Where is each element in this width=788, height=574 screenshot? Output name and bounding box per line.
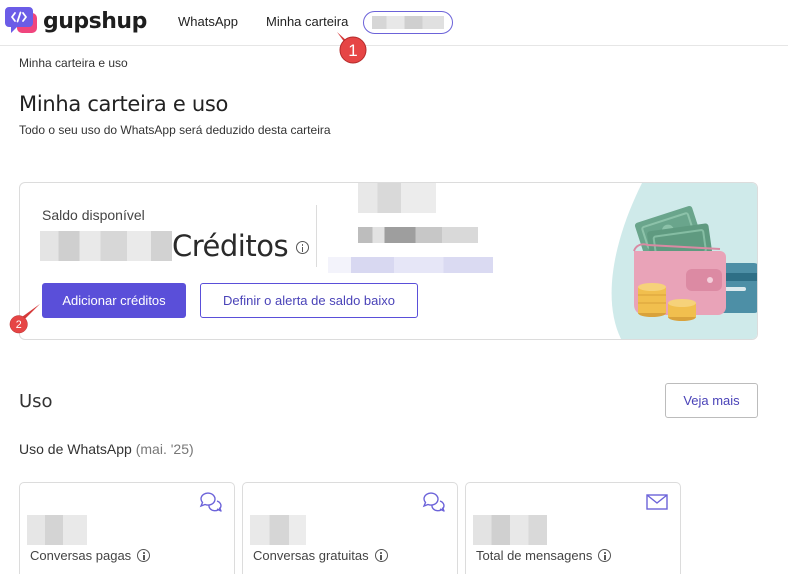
gupshup-logo-icon [5, 7, 37, 33]
redacted-detail-1 [358, 183, 436, 213]
total-messages-card: Total de mensagens [465, 482, 681, 574]
free-conversations-card: Conversas gratuitas [242, 482, 458, 574]
redacted-value [250, 515, 306, 545]
info-icon[interactable] [296, 241, 309, 254]
page-subtitle: Todo o seu uso do WhatsApp será deduzido… [19, 123, 331, 137]
credits-unit: Créditos [172, 229, 289, 263]
whatsapp-usage-label: Uso de WhatsApp [19, 441, 132, 457]
step-marker-2-label: 2 [16, 319, 22, 331]
total-messages-label: Total de mensagens [476, 548, 593, 563]
nav-whatsapp[interactable]: WhatsApp [178, 14, 238, 29]
redacted-value [27, 515, 87, 545]
redacted-balance-amount [40, 231, 172, 261]
info-icon[interactable] [137, 549, 151, 562]
free-conversations-label-row: Conversas gratuitas [253, 548, 388, 563]
usage-period: (mai. '25) [135, 441, 194, 457]
chat-bubbles-icon [422, 492, 445, 512]
paid-conversations-card: Conversas pagas [19, 482, 235, 574]
add-credits-button[interactable]: Adicionar créditos [42, 283, 186, 318]
paid-conversations-label-row: Conversas pagas [30, 548, 151, 563]
redacted-balance [372, 16, 444, 29]
low-balance-alert-button[interactable]: Definir o alerta de saldo baixo [200, 283, 418, 318]
breadcrumb: Minha carteira e uso [19, 56, 128, 70]
wallet-illustration [611, 183, 757, 339]
usage-title: Uso [19, 391, 53, 412]
free-conversations-label: Conversas gratuitas [253, 548, 369, 563]
total-messages-label-row: Total de mensagens [476, 548, 612, 563]
redacted-value [473, 515, 547, 545]
see-more-button[interactable]: Veja mais [665, 383, 758, 418]
page-title: Minha carteira e uso [19, 92, 229, 116]
envelope-icon [646, 494, 668, 510]
info-icon[interactable] [598, 549, 612, 562]
gupshup-logo[interactable]: gupshup [5, 5, 147, 37]
redacted-detail-2 [358, 227, 478, 243]
top-navigation: gupshup WhatsApp Minha carteira [0, 0, 788, 46]
whatsapp-usage-title: Uso de WhatsApp (mai. '25) [19, 441, 194, 457]
chat-bubbles-icon [199, 492, 222, 512]
available-balance-label: Saldo disponível [42, 207, 145, 223]
step-marker-1: 1 [337, 32, 367, 64]
balance-card: Saldo disponível Créditos Adicionar créd… [19, 182, 758, 340]
wallet-balance-pill[interactable] [363, 11, 453, 34]
nav-my-wallet[interactable]: Minha carteira [266, 14, 348, 29]
paid-conversations-label: Conversas pagas [30, 548, 132, 563]
divider [316, 205, 317, 267]
redacted-detail-3 [328, 257, 493, 273]
step-marker-2: 2 [9, 303, 41, 334]
step-marker-1-label: 1 [348, 41, 357, 60]
brand-name: gupshup [43, 8, 147, 34]
info-icon[interactable] [374, 549, 388, 562]
